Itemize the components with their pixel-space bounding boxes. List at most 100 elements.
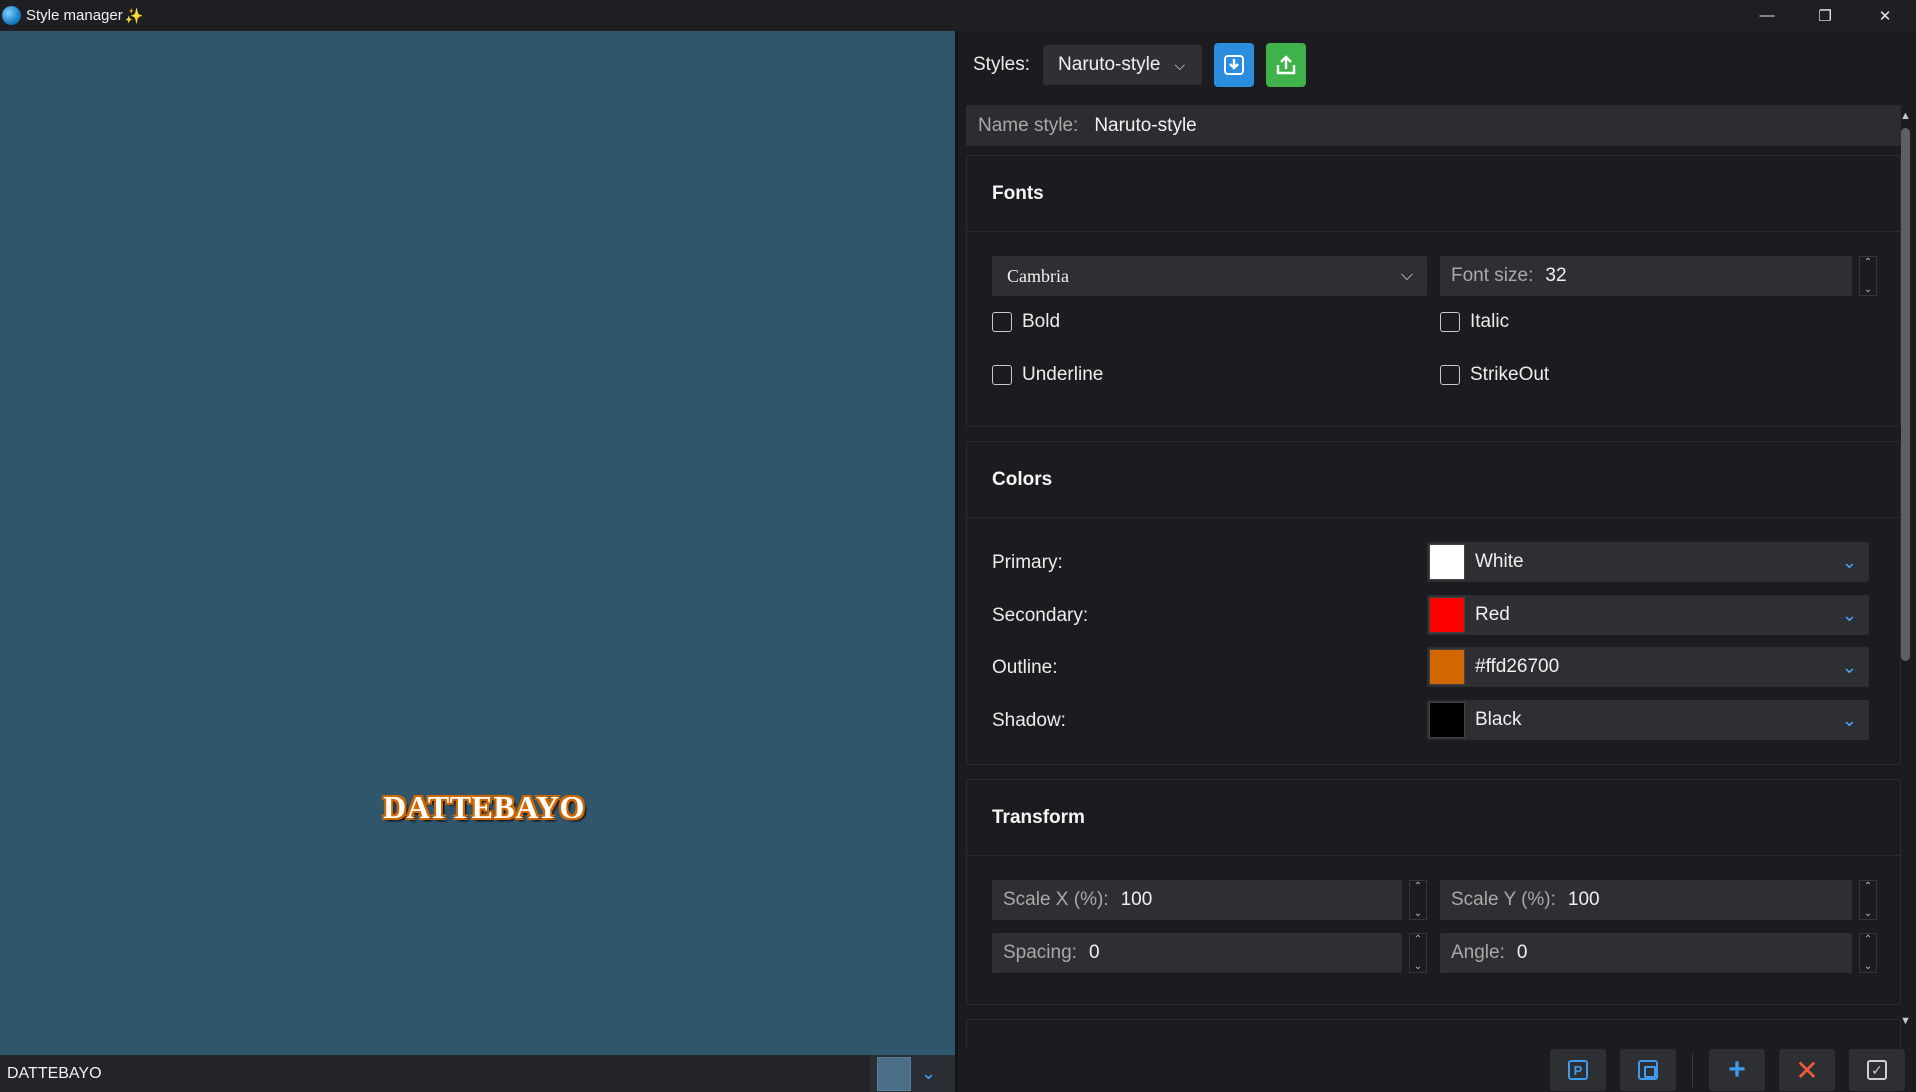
primary-color-name: White [1475, 551, 1524, 572]
scale-y-value: 100 [1567, 889, 1600, 910]
strikeout-label: StrikeOut [1470, 364, 1550, 385]
upload-icon [1276, 55, 1296, 75]
italic-label: Italic [1470, 311, 1510, 332]
style-editor-panel: Styles: Naruto-style ⌵ Name style: Narut… [958, 31, 1916, 1092]
spacing-value: 0 [1088, 942, 1100, 963]
styles-selected: Naruto-style [1058, 54, 1161, 75]
scroll-down-icon[interactable]: ▼ [1900, 1015, 1911, 1027]
outline-color-swatch [1429, 649, 1465, 685]
shadow-color-label: Shadow: [992, 710, 1066, 731]
angle-stepper[interactable]: ⌃ ⌄ [1859, 933, 1877, 973]
bold-label: Bold [1022, 311, 1061, 332]
colors-heading: Colors [967, 442, 1900, 518]
chevron-down-icon: ⌄ [1841, 551, 1857, 572]
export-style-button[interactable] [1266, 43, 1307, 87]
next-section [966, 1019, 1901, 1048]
preview-canvas: DATTEBAYO [0, 31, 955, 1055]
scale-y-stepper[interactable]: ⌃ ⌄ [1859, 880, 1877, 920]
add-style-button[interactable]: + [1709, 1049, 1765, 1091]
delete-icon: ✕ [1795, 1054, 1819, 1086]
bold-checkbox[interactable]: Bold [992, 311, 1060, 333]
apply-icon: ✓ [1867, 1060, 1887, 1080]
close-button[interactable]: ✕ [1856, 0, 1914, 31]
shadow-color-name: Black [1475, 709, 1522, 730]
scale-x-value: 100 [1120, 889, 1153, 910]
name-style-field[interactable]: Name style: Naruto-style [966, 105, 1901, 146]
underline-label: Underline [1022, 364, 1104, 385]
minimize-button[interactable]: — [1738, 0, 1796, 31]
scrollbar-thumb[interactable] [1901, 128, 1910, 661]
delete-style-button[interactable]: ✕ [1779, 1049, 1835, 1091]
spacing-field[interactable]: Spacing: 0 [992, 933, 1402, 973]
preview-icon: P [1568, 1060, 1588, 1080]
strikeout-checkbox[interactable]: StrikeOut [1440, 364, 1549, 386]
name-style-value: Naruto-style [1094, 114, 1197, 136]
font-family-dropdown[interactable]: Cambria ⌵ [992, 256, 1427, 296]
name-style-label: Name style: [978, 114, 1079, 136]
download-icon [1224, 55, 1245, 75]
scale-x-label: Scale X (%): [1003, 889, 1109, 910]
styles-row: Styles: Naruto-style ⌵ [973, 43, 1307, 87]
primary-color-swatch [1429, 544, 1465, 580]
duplicate-style-button[interactable] [1620, 1049, 1676, 1091]
preview-style-button[interactable]: P [1550, 1049, 1606, 1091]
font-size-stepper[interactable]: ⌃ ⌄ [1859, 256, 1877, 296]
angle-value: 0 [1516, 942, 1528, 963]
scroll-up-icon[interactable]: ▲ [1900, 110, 1911, 122]
sparkle-icon: ✨ [124, 7, 144, 25]
font-size-field[interactable]: Font size: 32 [1440, 256, 1852, 296]
font-size-value: 32 [1545, 265, 1567, 286]
window-title: Style manager [26, 7, 123, 24]
maximize-button[interactable]: ❐ [1796, 0, 1854, 31]
divider [1692, 1053, 1693, 1087]
styles-label: Styles: [973, 54, 1031, 75]
primary-color-dropdown[interactable]: White ⌄ [1427, 542, 1869, 582]
angle-field[interactable]: Angle: 0 [1440, 933, 1852, 973]
outline-color-name: #ffd26700 [1475, 656, 1560, 677]
globe-icon [2, 6, 21, 25]
secondary-color-dropdown[interactable]: Red ⌄ [1427, 595, 1869, 635]
preview-toolbar: DATTEBAYO ⌄ [0, 1055, 955, 1092]
background-color-swatch[interactable] [877, 1056, 911, 1091]
spacing-stepper[interactable]: ⌃ ⌄ [1409, 933, 1427, 973]
italic-checkbox[interactable]: Italic [1440, 311, 1509, 333]
scale-x-stepper[interactable]: ⌃ ⌄ [1409, 880, 1427, 920]
import-style-button[interactable] [1214, 43, 1255, 87]
shadow-color-dropdown[interactable]: Black ⌄ [1427, 700, 1869, 740]
chevron-down-icon: ⌄ [1841, 604, 1857, 625]
chevron-down-icon: ⌄ [1841, 709, 1857, 730]
chevron-down-icon: ⌄ [1841, 656, 1857, 677]
colors-section: Colors Primary: White ⌄ Secondary: Red ⌄… [966, 441, 1901, 765]
styles-dropdown[interactable]: Naruto-style ⌵ [1043, 45, 1203, 85]
font-size-label: Font size: [1451, 265, 1534, 286]
checkbox-box[interactable] [1440, 365, 1460, 385]
spacing-label: Spacing: [1003, 942, 1077, 963]
fonts-section: Fonts Cambria ⌵ Font size: 32 ⌃ ⌄ Bold It… [966, 155, 1901, 427]
scale-x-field[interactable]: Scale X (%): 100 [992, 880, 1402, 920]
preview-text-input[interactable]: DATTEBAYO [0, 1055, 870, 1092]
preview-subtitle-text: DATTEBAYO [383, 789, 585, 825]
checkbox-box[interactable] [1440, 312, 1460, 332]
transform-heading: Transform [967, 780, 1900, 856]
bottom-action-bar: P + ✕ ✓ [1550, 1049, 1916, 1091]
secondary-color-label: Secondary: [992, 605, 1089, 626]
chevron-down-icon: ⌵ [1400, 267, 1413, 284]
shadow-color-swatch [1429, 702, 1465, 738]
title-bar: Style manager ✨ — ❐ ✕ [0, 0, 1916, 31]
secondary-color-name: Red [1475, 604, 1510, 625]
vertical-scrollbar[interactable]: ▲ ▼ [1900, 110, 1911, 1030]
checkbox-box[interactable] [992, 312, 1012, 332]
outline-color-dropdown[interactable]: #ffd26700 ⌄ [1427, 647, 1869, 687]
duplicate-icon [1638, 1060, 1658, 1080]
angle-label: Angle: [1451, 942, 1505, 963]
apply-style-button[interactable]: ✓ [1849, 1049, 1905, 1091]
underline-checkbox[interactable]: Underline [992, 364, 1103, 386]
secondary-color-swatch [1429, 597, 1465, 633]
scale-y-label: Scale Y (%): [1451, 889, 1556, 910]
scale-y-field[interactable]: Scale Y (%): 100 [1440, 880, 1852, 920]
style-properties-scroll[interactable]: Name style: Naruto-style Fonts Cambria ⌵… [966, 105, 1903, 1048]
chevron-down-icon[interactable]: ⌄ [921, 1063, 936, 1084]
transform-section: Transform Scale X (%): 100 ⌃ ⌄ Scale Y (%… [966, 779, 1901, 1005]
checkbox-box[interactable] [992, 365, 1012, 385]
font-family-value: Cambria [1007, 265, 1069, 286]
